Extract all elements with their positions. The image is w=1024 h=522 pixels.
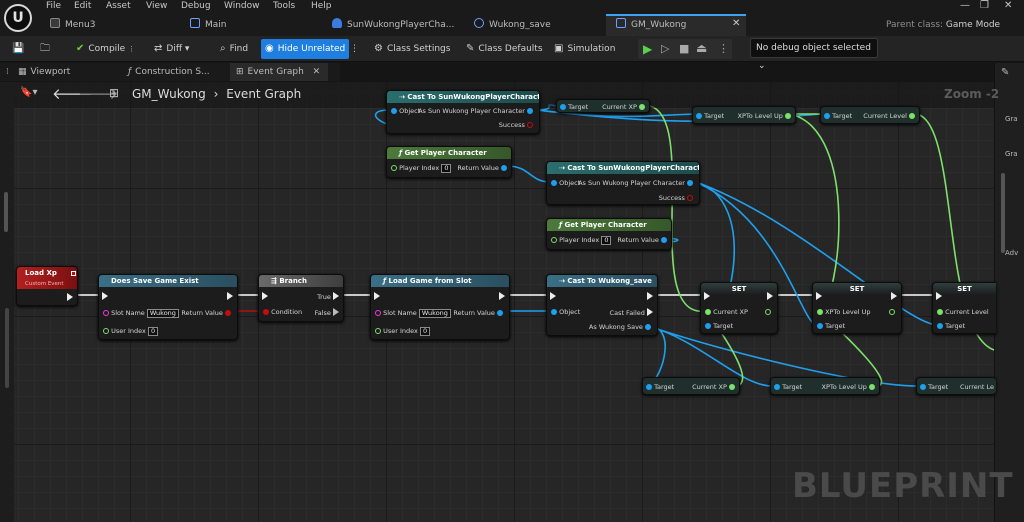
object-pin-icon[interactable] (705, 323, 711, 329)
blueprint-editor: U File Edit Asset View Debug Window Tool… (0, 0, 1024, 522)
bool-pin-icon[interactable] (527, 122, 533, 128)
node-cast-to-sunwukong-top[interactable]: ⇢ Cast To SunWukongPlayerCharacter Objec… (386, 90, 540, 134)
object-pin-icon[interactable] (391, 108, 397, 114)
float-wire (649, 105, 707, 312)
exec-in-pin[interactable] (374, 292, 380, 300)
int-pin-icon[interactable] (103, 328, 109, 334)
exec-out-pin[interactable] (499, 292, 505, 300)
graph-hierarchy-icon: ⊞ (109, 86, 120, 100)
object-wire (506, 165, 551, 183)
node-cast-to-wukong-save[interactable]: ⇢ Cast To Wukong_save Object Cast Failed… (546, 274, 658, 336)
object-pin-icon[interactable] (774, 384, 780, 390)
node-get-player-character-2[interactable]: ƒ Get Player Character Player Index 0 Re… (546, 218, 672, 250)
float-pin-icon[interactable] (817, 309, 823, 315)
object-pin-icon[interactable] (646, 384, 652, 390)
int-pin-icon[interactable] (391, 165, 397, 171)
object-pin-icon[interactable] (696, 113, 702, 119)
node-get-current-xp-bottom[interactable]: Target Current XP (642, 377, 740, 395)
float-pin-icon[interactable] (705, 309, 711, 315)
object-pin-icon[interactable] (920, 384, 926, 390)
exec-true-pin[interactable] (333, 292, 339, 300)
slot-name-input[interactable]: Wukong (418, 309, 451, 318)
float-pin-icon[interactable] (785, 113, 791, 119)
string-pin-icon[interactable] (375, 310, 381, 316)
exec-cast-failed-pin[interactable] (647, 308, 653, 316)
exec-out-pin[interactable] (767, 292, 773, 300)
float-pin-icon[interactable] (909, 113, 915, 119)
event-delegate-icon[interactable] (71, 271, 76, 276)
float-out-pin-icon[interactable] (889, 309, 895, 315)
exec-in-pin[interactable] (816, 292, 822, 300)
object-pin-icon[interactable] (551, 309, 557, 315)
breadcrumb-graph[interactable]: Event Graph (226, 87, 301, 101)
node-get-xp-to-level-up-bottom[interactable]: Target XPTo Level Up (770, 377, 880, 395)
float-pin-icon[interactable] (937, 309, 943, 315)
object-pin-icon[interactable] (497, 310, 503, 316)
exec-in-pin[interactable] (550, 292, 556, 300)
object-pin-icon[interactable] (645, 324, 651, 330)
string-pin-icon[interactable] (103, 310, 109, 316)
slot-name-input[interactable]: Wukong (146, 309, 179, 318)
int-pin-icon[interactable] (375, 328, 381, 334)
exec-out-pin[interactable] (227, 292, 233, 300)
zoom-level: Zoom -2 (944, 87, 1000, 101)
user-index-input[interactable]: 0 (419, 327, 431, 336)
object-pin-icon[interactable] (824, 113, 830, 119)
bool-pin-icon[interactable] (263, 309, 269, 315)
float-pin-icon[interactable] (869, 384, 875, 390)
exec-in-pin[interactable] (102, 292, 108, 300)
node-get-current-xp-top[interactable]: Target Current XP (556, 99, 650, 113)
user-index-input[interactable]: 0 (147, 327, 159, 336)
object-pin-icon[interactable] (551, 180, 557, 186)
node-get-current-level-bottom[interactable]: Target Current Le (916, 377, 996, 395)
player-index-input[interactable]: 0 (441, 164, 452, 173)
bookmark-icon[interactable]: 🔖▾ (20, 87, 37, 98)
breadcrumb: GM_Wukong › Event Graph (132, 87, 302, 101)
object-pin-icon[interactable] (687, 180, 693, 186)
exec-false-pin[interactable] (333, 308, 339, 316)
float-out-pin-icon[interactable] (765, 309, 771, 315)
object-pin-icon[interactable] (937, 323, 943, 329)
node-get-player-character[interactable]: ƒ Get Player Character Player Index 0 Re… (386, 146, 512, 178)
object-pin-icon[interactable] (817, 323, 823, 329)
exec-in-pin[interactable] (936, 292, 942, 300)
node-set-current-xp[interactable]: SET Current XP Target (700, 282, 778, 334)
node-get-current-level-top[interactable]: Target Current Level (820, 106, 920, 124)
bool-pin-icon[interactable] (225, 310, 231, 316)
node-cast-to-sunwukong-mid[interactable]: ⇢ Cast To SunWukongPlayerCharacter Objec… (546, 161, 700, 205)
bool-pin-icon[interactable] (687, 195, 693, 201)
exec-out-pin[interactable] (647, 292, 653, 300)
blueprint-watermark: BLUEPRINT (792, 466, 1014, 506)
node-load-xp[interactable]: Load Xp Custom Event (16, 266, 78, 306)
int-pin-icon[interactable] (551, 237, 557, 243)
exec-in-pin[interactable] (262, 292, 268, 300)
node-branch[interactable]: ⇶ Branch True Condition False (258, 274, 344, 322)
float-pin-icon[interactable] (639, 104, 645, 110)
object-pin-icon[interactable] (527, 108, 533, 114)
float-pin-icon[interactable] (729, 384, 735, 390)
player-index-input[interactable]: 0 (601, 236, 612, 245)
object-pin-icon[interactable] (661, 237, 667, 243)
node-set-current-level[interactable]: SET Current Level Target (932, 282, 996, 334)
exec-in-pin[interactable] (704, 292, 710, 300)
object-pin-icon[interactable] (560, 104, 566, 110)
node-does-save-game-exist[interactable]: Does Save Game Exist Slot Name Wukong Re… (98, 274, 238, 340)
exec-out-pin[interactable] (891, 292, 897, 300)
object-pin-icon[interactable] (501, 165, 507, 171)
node-set-xp-to-level-up[interactable]: SET XPTo Level Up Target (812, 282, 902, 334)
node-get-xp-to-level-up-top[interactable]: Target XPTo Level Up (692, 106, 796, 124)
wires (74, 104, 995, 387)
node-load-game-from-slot[interactable]: ƒ Load Game from Slot Slot Name Wukong R… (370, 274, 510, 340)
breadcrumb-root[interactable]: GM_Wukong (132, 87, 206, 101)
exec-out-pin[interactable] (67, 293, 73, 301)
